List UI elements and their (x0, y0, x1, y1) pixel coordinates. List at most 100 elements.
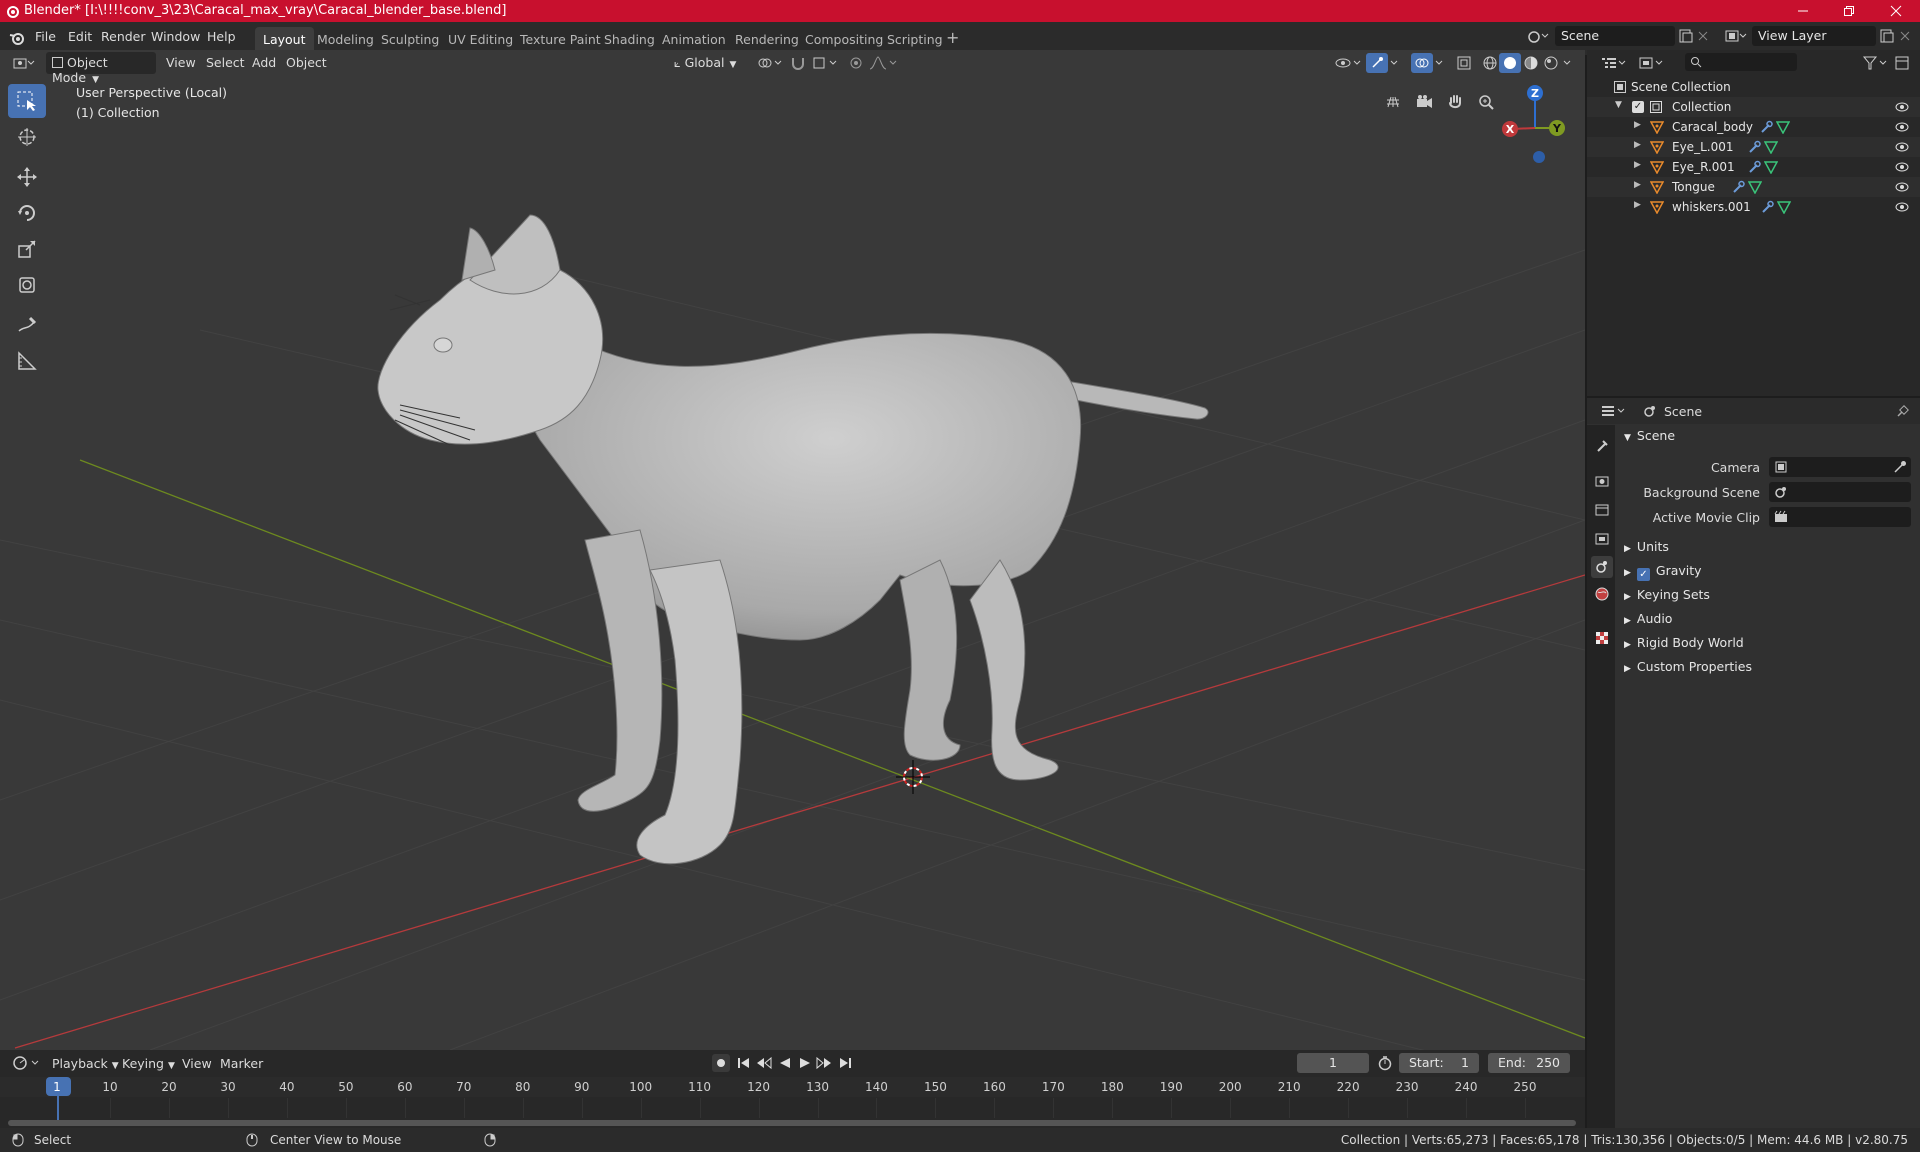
xray-icon[interactable] (1456, 55, 1472, 71)
editor-type-icon[interactable] (12, 55, 36, 71)
scene-panel-header[interactable]: ▼ Scene (1624, 428, 1914, 443)
timeline-view-menu[interactable]: View (176, 1053, 218, 1075)
menu-help[interactable]: Help (207, 29, 236, 44)
view-layer-icon[interactable] (1724, 28, 1748, 44)
tool-select-box[interactable] (8, 84, 46, 118)
object-mode-dropdown[interactable]: Object Mode ▼ (46, 52, 156, 85)
collapse-arrow-icon[interactable]: ▼ (1615, 100, 1622, 110)
outliner-object-row[interactable]: ▶ Caracal_body (1587, 117, 1920, 137)
tab-world-properties[interactable] (1591, 583, 1613, 605)
tab-texture-paint[interactable]: Texture Paint (512, 27, 609, 50)
outliner-object-row[interactable]: ▶ Tongue (1587, 177, 1920, 197)
caracal-model[interactable] (377, 214, 1209, 865)
eye-icon[interactable] (1895, 201, 1909, 213)
expand-arrow-icon[interactable]: ▶ (1634, 180, 1641, 190)
menu-file[interactable]: File (35, 29, 56, 44)
tab-shading[interactable]: Shading (596, 27, 663, 50)
add-workspace-button[interactable]: + (946, 28, 959, 47)
menu-window[interactable]: Window (151, 29, 200, 44)
rendered-shading-icon[interactable] (1543, 55, 1559, 71)
background-scene-field[interactable] (1769, 482, 1911, 502)
material-shading-icon[interactable] (1523, 55, 1539, 71)
3d-cursor[interactable] (896, 760, 930, 794)
blender-menu-icon[interactable] (9, 30, 25, 46)
modifier-wrench-icon[interactable] (1731, 180, 1745, 194)
tab-compositing[interactable]: Compositing (797, 27, 891, 50)
tool-rotate[interactable] (8, 196, 46, 230)
properties-editor-type-icon[interactable] (1600, 403, 1626, 419)
modifier-wrench-icon[interactable] (1747, 160, 1761, 174)
expand-arrow-icon[interactable]: ▶ (1634, 140, 1641, 150)
tab-modeling[interactable]: Modeling (309, 27, 382, 50)
eye-icon[interactable] (1895, 161, 1909, 173)
gravity-panel-header[interactable]: ▶ ✓ Gravity (1624, 563, 1702, 581)
next-keyframe-icon[interactable] (816, 1056, 832, 1070)
pan-view-button[interactable] (1442, 89, 1468, 115)
maximize-button[interactable] (1826, 0, 1872, 22)
tab-animation[interactable]: Animation (654, 27, 734, 50)
jump-start-icon[interactable] (737, 1056, 751, 1070)
overlays-toggle-button[interactable] (1411, 53, 1433, 73)
gravity-checkbox[interactable]: ✓ (1636, 568, 1650, 581)
eye-icon[interactable] (1895, 181, 1909, 193)
gizmo-toggle-button[interactable] (1366, 53, 1388, 73)
tab-scene-properties[interactable] (1591, 556, 1613, 578)
expand-arrow-icon[interactable]: ▶ (1634, 160, 1641, 170)
mesh-data-icon[interactable] (1777, 200, 1791, 214)
tab-tool-properties[interactable] (1591, 435, 1613, 457)
wireframe-shading-icon[interactable] (1482, 55, 1498, 71)
tool-measure[interactable] (8, 344, 46, 378)
new-view-layer-icon[interactable] (1879, 28, 1895, 44)
snap-element-icon[interactable] (812, 55, 840, 71)
outliner-search-input[interactable] (1685, 53, 1797, 71)
scene-selector-icon[interactable] (1527, 28, 1549, 44)
outliner-object-row[interactable]: ▶ Eye_R.001 (1587, 157, 1920, 177)
pivot-icon[interactable] (756, 55, 784, 71)
outliner-collection[interactable]: ▼ ✓ Collection (1587, 97, 1920, 117)
current-frame-field[interactable]: 1 (1297, 1053, 1369, 1073)
viewport-menu-object[interactable]: Object (280, 52, 333, 74)
units-panel-header[interactable]: ▶ Units (1624, 539, 1669, 554)
play-icon[interactable] (798, 1056, 812, 1070)
eye-icon[interactable] (1895, 121, 1909, 133)
tab-uv-editing[interactable]: UV Editing (440, 27, 521, 50)
stopwatch-icon[interactable] (1377, 1055, 1393, 1071)
tool-annotate[interactable] (8, 308, 46, 342)
mesh-data-icon[interactable] (1764, 160, 1778, 174)
timeline-editor-type-icon[interactable] (12, 1055, 40, 1071)
outliner-editor-type-icon[interactable] (1600, 55, 1626, 71)
expand-arrow-icon[interactable]: ▶ (1634, 200, 1641, 210)
modifier-wrench-icon[interactable] (1747, 140, 1761, 154)
audio-panel-header[interactable]: ▶ Audio (1624, 611, 1672, 626)
new-scene-icon[interactable] (1678, 28, 1694, 44)
tab-scripting[interactable]: Scripting (879, 27, 951, 50)
timeline-scrollbar[interactable] (8, 1120, 1576, 1126)
keying-sets-panel-header[interactable]: ▶ Keying Sets (1624, 587, 1710, 602)
viewport-menu-add[interactable]: Add (246, 52, 282, 74)
active-movie-clip-field[interactable] (1769, 507, 1911, 527)
view-layer-field[interactable]: View Layer (1752, 26, 1876, 46)
snap-icon[interactable] (790, 55, 806, 71)
tab-rendering[interactable]: Rendering (727, 27, 807, 50)
end-frame-field[interactable]: End: 250 (1488, 1053, 1570, 1073)
jump-end-icon[interactable] (838, 1056, 852, 1070)
falloff-icon[interactable] (868, 55, 898, 71)
minimize-button[interactable] (1780, 0, 1826, 22)
gizmo-dropdown-icon[interactable] (1389, 55, 1401, 71)
start-frame-field[interactable]: Start: 1 (1399, 1053, 1479, 1073)
eye-icon[interactable] (1895, 101, 1909, 113)
toggle-grid-view-button[interactable] (1380, 89, 1406, 115)
scene-name-field[interactable]: Scene (1555, 26, 1675, 46)
outliner-object-row[interactable]: ▶ Eye_L.001 (1587, 137, 1920, 157)
transform-orientation-dropdown[interactable]: ⟀ Global ▼ (668, 52, 748, 74)
camera-field[interactable] (1769, 457, 1911, 477)
prev-keyframe-icon[interactable] (756, 1056, 772, 1070)
viewport-menu-view[interactable]: View (160, 52, 202, 74)
shading-dropdown-icon[interactable] (1562, 55, 1574, 71)
tab-layout[interactable]: Layout (255, 27, 314, 50)
overlays-dropdown-icon[interactable] (1434, 55, 1446, 71)
viewport-menu-select[interactable]: Select (200, 52, 251, 74)
rigid-body-world-panel-header[interactable]: ▶ Rigid Body World (1624, 635, 1744, 650)
mesh-data-icon[interactable] (1776, 120, 1790, 134)
menu-edit[interactable]: Edit (68, 29, 92, 44)
